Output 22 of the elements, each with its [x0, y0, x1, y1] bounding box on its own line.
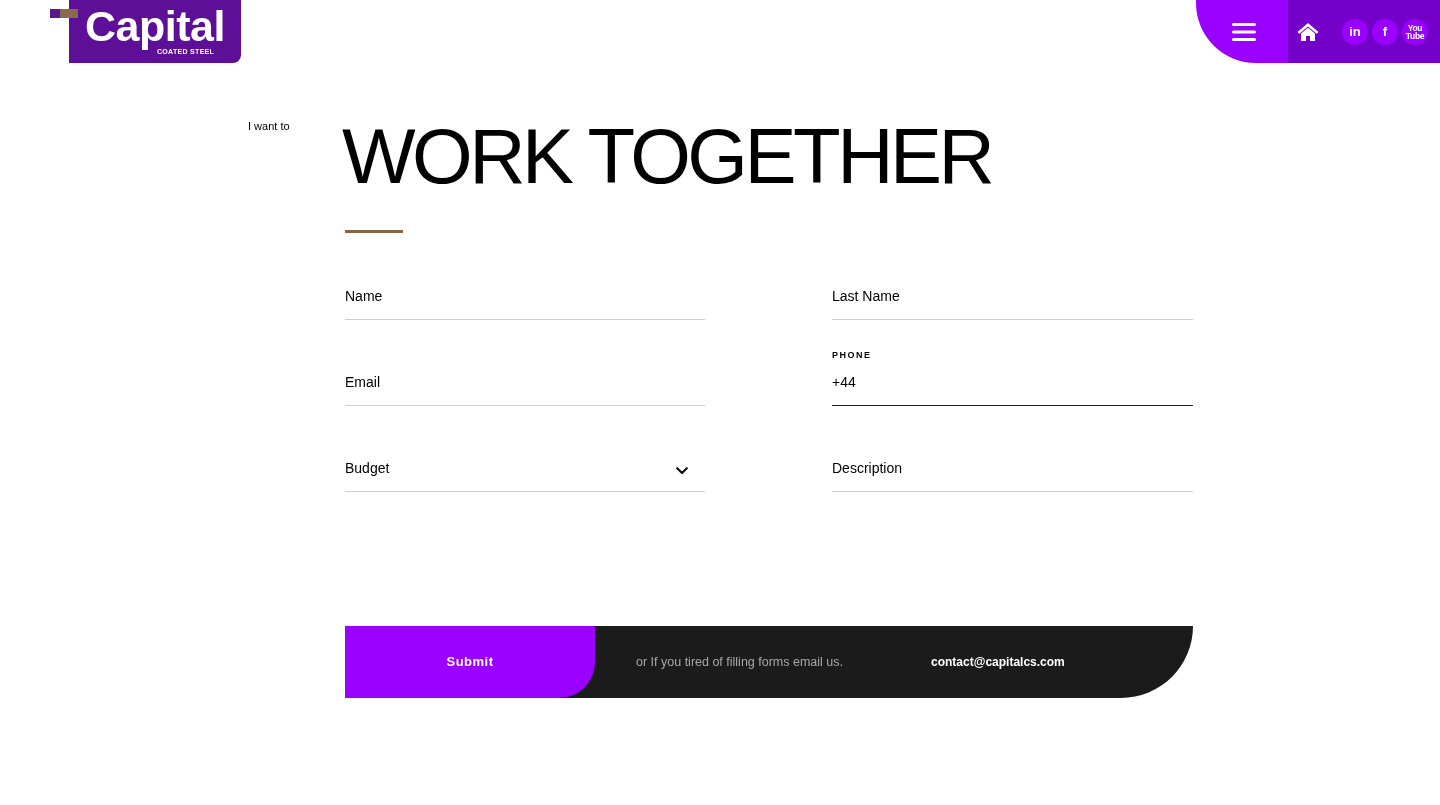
text-field[interactable]: Last Name	[832, 264, 1193, 320]
intro-text: I want to	[248, 119, 291, 134]
logo-squares-icon	[50, 9, 78, 18]
phone-field[interactable]: +44	[832, 360, 1193, 406]
menu-icon	[1232, 21, 1256, 42]
chevron-down-icon	[676, 467, 688, 475]
home-link[interactable]	[1297, 21, 1319, 42]
email-note: or If you tired of filling forms email us.	[636, 653, 844, 671]
submit-button[interactable]: Submit	[345, 626, 595, 698]
social-link[interactable]: in	[1342, 18, 1368, 45]
social-link[interactable]: You Tube	[1402, 18, 1428, 45]
home-icon	[1297, 21, 1319, 42]
text-field[interactable]: Email	[345, 350, 705, 406]
page-title: WORK TOGETHER	[342, 116, 993, 196]
text-field[interactable]: Name	[345, 264, 705, 320]
email-link[interactable]: contact@capitalcs.com	[931, 653, 1065, 671]
field-label: PHONE	[832, 350, 873, 360]
social-link[interactable]: f	[1372, 18, 1398, 45]
text-field[interactable]: Description	[832, 436, 1193, 492]
menu-button[interactable]	[1196, 0, 1288, 63]
title-underline	[345, 230, 403, 233]
budget-dropdown[interactable]: Budget	[345, 436, 705, 492]
